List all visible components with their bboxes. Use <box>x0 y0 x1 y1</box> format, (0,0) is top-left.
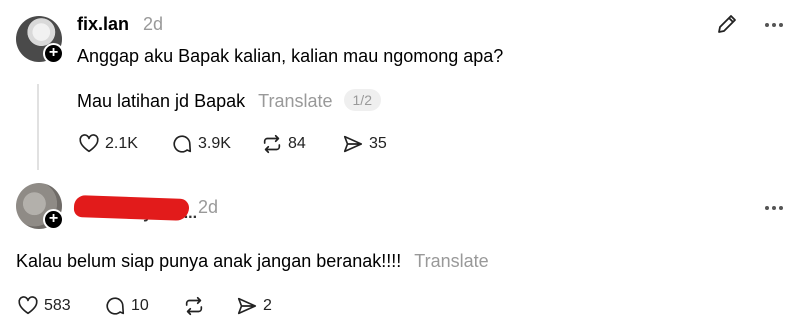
post-2-text-line: Kalau belum siap punya anak jangan beran… <box>16 251 489 272</box>
like-count: 2.1K <box>105 135 138 152</box>
redaction-mark <box>73 194 190 222</box>
comment-count: 10 <box>131 297 149 314</box>
more-icon[interactable] <box>765 206 783 210</box>
reply-text: Mau latihan jd Bapak <box>77 91 246 111</box>
share-icon <box>343 135 363 153</box>
repost-button[interactable]: 84 <box>261 133 306 155</box>
post-1-text: Anggap aku Bapak kalian, kalian mau ngom… <box>77 46 504 66</box>
follow-plus-icon[interactable]: + <box>43 43 64 64</box>
comment-icon <box>106 297 125 315</box>
comment-icon <box>173 135 192 153</box>
like-button[interactable]: 2.1K <box>78 133 138 155</box>
pencil-icon[interactable] <box>715 12 739 36</box>
post-1-time: 2d <box>143 14 164 34</box>
heart-icon <box>79 134 99 153</box>
post-1-username[interactable]: fix.lan <box>77 14 129 35</box>
comment-count: 3.9K <box>198 135 231 152</box>
post-2-text: Kalau belum siap punya anak jangan beran… <box>16 251 402 271</box>
post-2-time: 2d <box>198 197 219 217</box>
share-count: 35 <box>369 135 387 152</box>
share-count: 2 <box>263 297 272 314</box>
repost-count: 84 <box>288 135 306 152</box>
share-button[interactable]: 2 <box>236 295 272 317</box>
translate-link[interactable]: Translate <box>258 91 332 111</box>
more-icon[interactable] <box>765 23 783 27</box>
translate-link[interactable]: Translate <box>414 251 488 271</box>
repost-button[interactable] <box>183 295 210 317</box>
comment-button[interactable]: 3.9K <box>171 133 231 155</box>
comment-button[interactable]: 10 <box>104 295 149 317</box>
thread-line <box>37 84 39 170</box>
page-indicator: 1/2 <box>343 89 381 111</box>
share-icon <box>237 297 257 315</box>
like-count: 583 <box>44 297 71 314</box>
repost-icon <box>263 134 281 154</box>
reply-line: Mau latihan jd Bapak Translate 1/2 <box>77 89 381 112</box>
heart-icon <box>18 296 38 315</box>
share-button[interactable]: 35 <box>342 133 387 155</box>
follow-plus-icon[interactable]: + <box>43 209 64 230</box>
repost-icon <box>185 296 203 316</box>
like-button[interactable]: 583 <box>17 295 71 317</box>
